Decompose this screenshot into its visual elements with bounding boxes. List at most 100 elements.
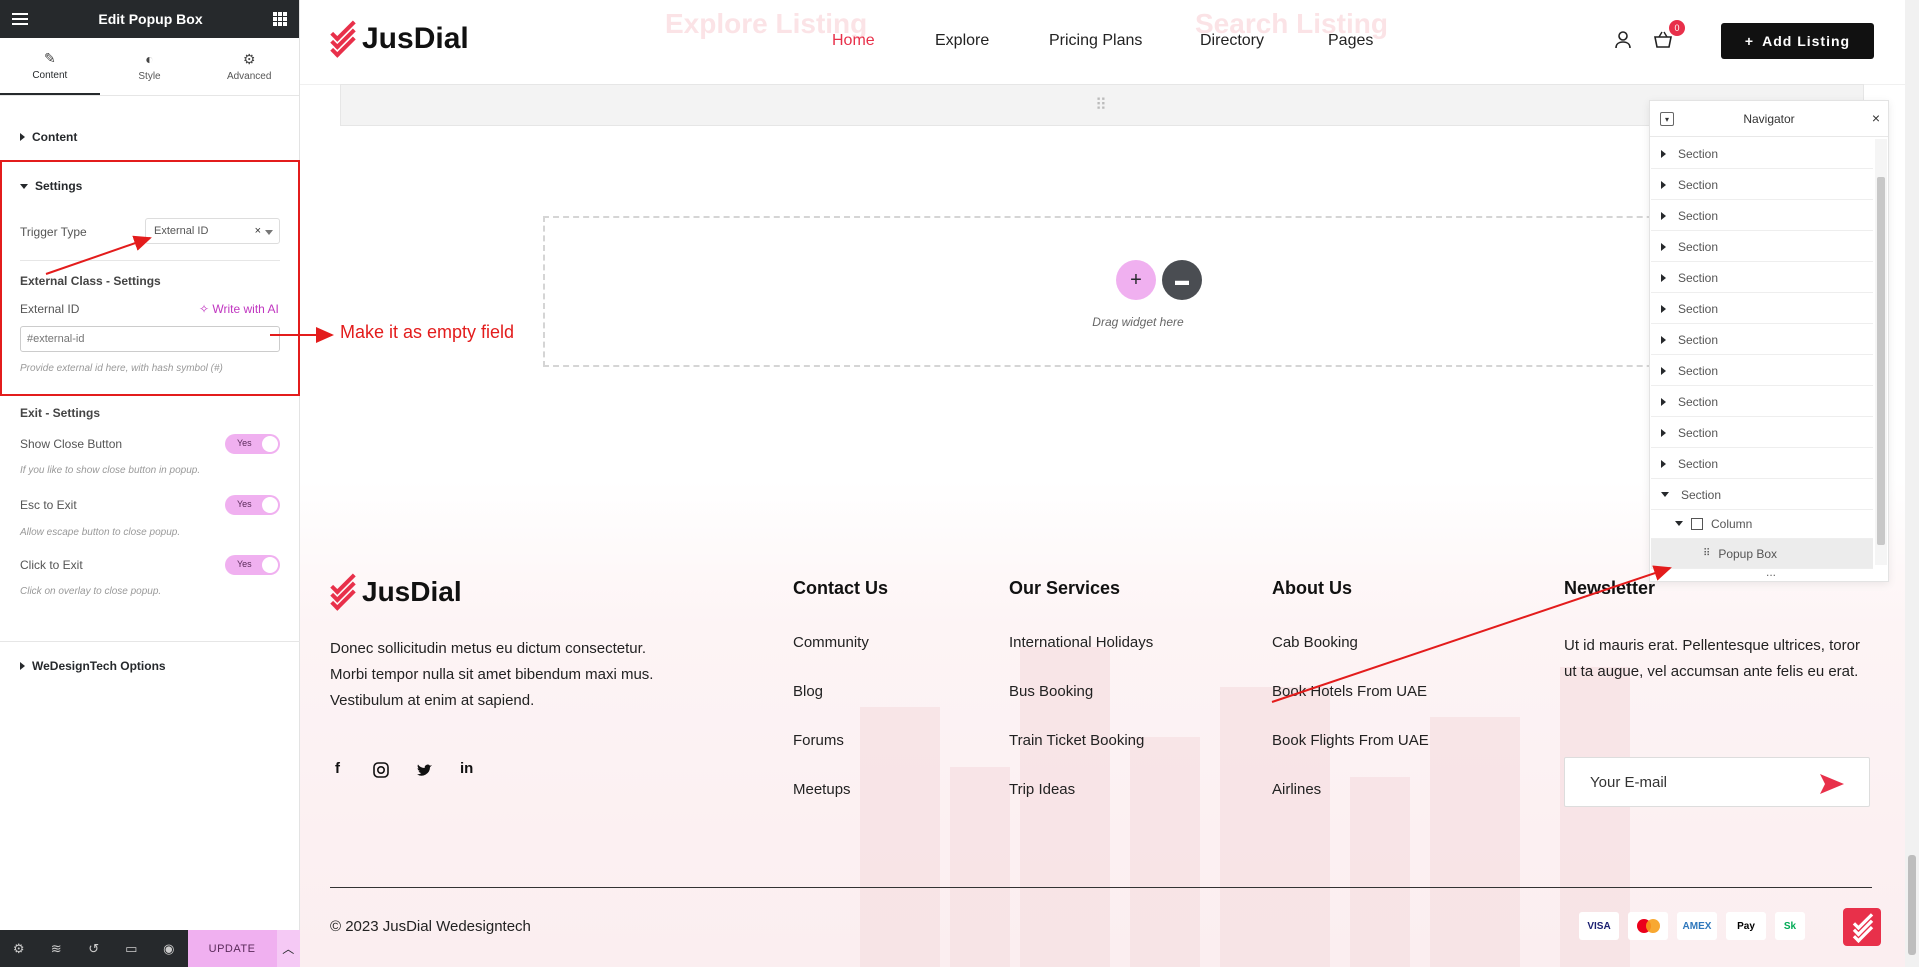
caret-right-icon[interactable] [1661,211,1666,220]
caret-right-icon[interactable] [1661,273,1666,282]
section-wedesigntech-toggle[interactable]: WeDesignTech Options [0,642,300,690]
navigator-popup-row[interactable]: ⠿ Popup Box [1651,539,1873,569]
caret-right-icon[interactable] [1661,335,1666,344]
user-icon[interactable] [1615,31,1631,49]
nav-home[interactable]: Home [832,32,875,50]
footer-link[interactable]: Train Ticket Booking [1009,732,1144,749]
facebook-icon[interactable]: f [335,760,340,777]
scroll-thumb[interactable] [1877,177,1885,545]
history-icon[interactable]: ↺ [75,930,113,967]
navigator-panel: ▾ Navigator × Section Section Section Secti… [1649,100,1889,582]
template-folder-icon[interactable]: ▬ [1162,260,1202,300]
site-logo[interactable]: JusDial [330,16,469,58]
dropzone-text: Drag widget here [1092,315,1184,329]
responsive-icon[interactable]: ▭ [113,930,151,967]
add-widget-plus-icon[interactable]: + [1116,260,1156,300]
update-button[interactable]: UPDATE [187,930,277,967]
page-scrollbar[interactable] [1905,0,1919,967]
collapse-all-icon[interactable]: ▾ [1660,112,1674,126]
navigator-column-row[interactable]: Column [1651,509,1873,539]
footer-link[interactable]: Cab Booking [1272,634,1358,651]
caret-right-icon[interactable] [1661,149,1666,158]
hamburger-menu-icon[interactable] [12,13,28,25]
section-content-toggle[interactable]: Content [0,113,300,161]
email-placeholder: Your E-mail [1590,774,1667,791]
footer-link[interactable]: Community [793,634,869,651]
esc-exit-toggle[interactable]: Yes [225,495,280,515]
nav-pages[interactable]: Pages [1328,32,1373,50]
instagram-icon[interactable] [373,762,389,778]
linkedin-icon[interactable]: in [460,760,473,777]
cart-icon[interactable] [1653,31,1673,49]
exit-settings-heading: Exit - Settings [20,406,101,420]
close-icon[interactable]: × [1872,110,1880,126]
footer-link[interactable]: Trip Ideas [1009,781,1075,798]
footer-link[interactable]: Bus Booking [1009,683,1093,700]
caret-right-icon[interactable] [1661,180,1666,189]
tab-content[interactable]: ✎ Content [0,38,100,95]
navigator-section-row[interactable]: Section [1651,449,1873,479]
navigator-scrollbar[interactable] [1875,139,1887,565]
footer-logo[interactable]: JusDial [330,569,462,611]
toggle-knob [262,436,278,452]
footer-link[interactable]: Book Hotels From UAE [1272,683,1427,700]
preview-eye-icon[interactable]: ◉ [150,930,188,967]
pencil-icon: ✎ [43,49,56,66]
newsletter-email-input[interactable]: Your E-mail [1564,757,1870,807]
footer-link[interactable]: International Holidays [1009,634,1153,651]
widget-dropzone[interactable]: + ▬ Drag widget here [543,216,1733,367]
amex-icon: AMEX [1677,912,1717,940]
caret-down-icon[interactable] [1675,521,1683,526]
navigator-section-row[interactable]: Section [1651,325,1873,355]
footer-link[interactable]: Forums [793,732,844,749]
layers-icon[interactable]: ≋ [38,930,76,967]
footer-link[interactable]: Meetups [793,781,851,798]
chevron-up-icon[interactable]: ︿ [276,930,300,967]
settings-gear-icon[interactable]: ⚙ [0,930,38,967]
caret-right-icon[interactable] [1661,397,1666,406]
caret-right-icon[interactable] [1661,304,1666,313]
copyright-text: © 2023 JusDial Wedesigntech [330,918,531,935]
navigator-row-label: Section [1681,487,1722,502]
logo-mark-icon [1852,909,1874,943]
navigator-row-label: Section [1678,146,1719,161]
navigator-section-row[interactable]: Section [1651,263,1873,293]
panel-footer: ⚙ ≋ ↺ ▭ ◉ UPDATE ︿ [0,930,300,967]
widgets-grid-icon[interactable] [273,12,287,26]
caret-right-icon[interactable] [1661,459,1666,468]
nav-directory[interactable]: Directory [1200,32,1264,50]
caret-right-icon[interactable] [1661,366,1666,375]
show-close-toggle[interactable]: Yes [225,434,280,454]
caret-right-icon[interactable] [1661,428,1666,437]
caret-down-icon[interactable] [1661,492,1669,497]
tab-advanced[interactable]: ⚙ Advanced [199,38,299,95]
navigator-section-row[interactable]: Section [1651,294,1873,324]
show-close-hint: If you like to show close button in popu… [20,465,201,476]
click-exit-label: Click to Exit [20,558,83,572]
footer-link[interactable]: Book Flights From UAE [1272,732,1429,749]
caret-right-icon[interactable] [1661,242,1666,251]
navigator-section-row[interactable]: Section [1651,170,1873,200]
nav-explore[interactable]: Explore [935,32,989,50]
footer-link[interactable]: Blog [793,683,823,700]
navigator-section-row[interactable]: Section [1651,139,1873,169]
tab-style[interactable]: ◐ Style [100,38,200,95]
navigator-section-row[interactable]: Section [1651,387,1873,417]
nav-pricing-plans[interactable]: Pricing Plans [1049,32,1142,50]
navigator-section-row[interactable]: Section [1651,356,1873,386]
click-exit-toggle[interactable]: Yes [225,555,280,575]
send-icon[interactable] [1819,773,1845,795]
navigator-section-row[interactable]: Section [1651,418,1873,448]
twitter-icon[interactable] [416,763,433,777]
footer-about-text: Donec sollicitudin metus eu dictum conse… [330,640,654,709]
add-listing-button[interactable]: + Add Listing [1721,23,1874,59]
navigator-section-row[interactable]: Section [1651,201,1873,231]
column-icon [1691,517,1703,530]
navigator-section-row[interactable]: Section [1651,480,1873,510]
toggle-value: Yes [237,559,252,569]
drag-handle-icon[interactable]: ⠿ [1095,95,1107,115]
scroll-thumb[interactable] [1908,855,1916,955]
back-to-top-button[interactable] [1843,908,1881,946]
navigator-section-row[interactable]: Section [1651,232,1873,262]
footer-link[interactable]: Airlines [1272,781,1321,798]
